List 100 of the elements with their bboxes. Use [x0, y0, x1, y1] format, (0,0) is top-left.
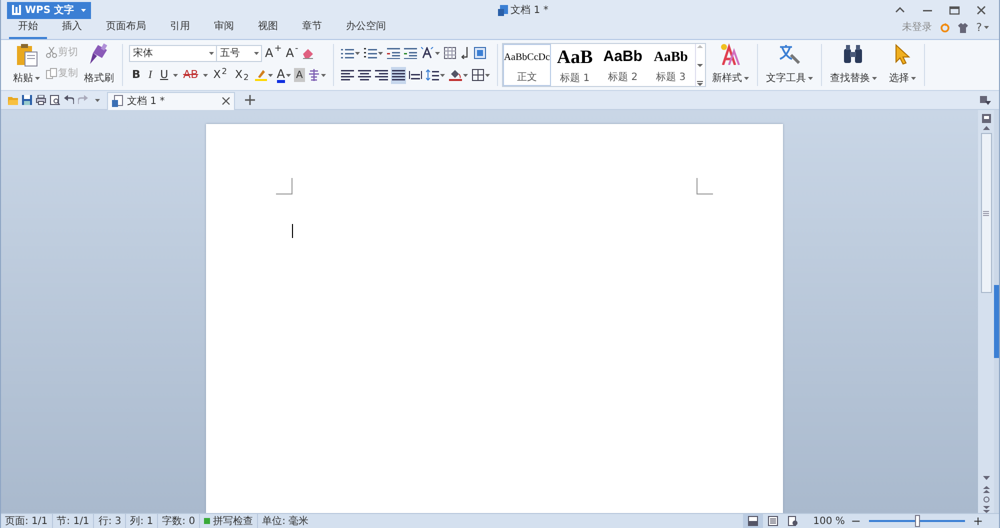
- spell-check-toggle[interactable]: 拼写检查: [200, 514, 258, 528]
- zoom-level[interactable]: 100 %: [813, 514, 845, 528]
- frame-button[interactable]: [472, 44, 487, 62]
- borders-button[interactable]: [470, 66, 491, 84]
- customize-toolbar-button[interactable]: [95, 98, 100, 102]
- shirt-icon: [958, 22, 968, 32]
- style-preset[interactable]: AaBbCcDc 正文: [502, 44, 551, 86]
- unit-label[interactable]: 单位: 毫米: [258, 514, 309, 528]
- grow-font-button[interactable]: A$^{+}$: [264, 44, 283, 62]
- find-replace-button[interactable]: 查找替换: [828, 42, 879, 90]
- table-icon: [444, 47, 456, 59]
- font-style-button[interactable]: B: [129, 66, 144, 84]
- text-cursor: [292, 224, 293, 238]
- zoom-slider-thumb[interactable]: [914, 514, 920, 526]
- close-button[interactable]: [976, 4, 987, 16]
- zoom-out-button[interactable]: −: [848, 515, 863, 527]
- save-icon: [22, 95, 32, 105]
- menu-tab[interactable]: 办公空间: [337, 19, 395, 39]
- circle-icon: [982, 496, 990, 503]
- zoom-in-button[interactable]: +: [970, 515, 985, 527]
- menu-tab[interactable]: 视图: [249, 19, 287, 39]
- style-name: 标题 1: [560, 72, 590, 85]
- font-style-button[interactable]: AB: [180, 66, 202, 84]
- phonetic-guide-button[interactable]: [306, 66, 327, 84]
- new-tab-button[interactable]: [245, 95, 255, 105]
- caret-icon: [81, 8, 86, 12]
- window-title: 文档 1 *: [510, 4, 548, 18]
- menu-tab[interactable]: 页面布局: [97, 19, 155, 39]
- text-tools-button[interactable]: 文字工具: [764, 42, 815, 90]
- style-name: 标题 2: [608, 70, 638, 85]
- font-style-button[interactable]: U: [157, 66, 172, 84]
- panel-menu-icon: [980, 96, 991, 104]
- document-tab[interactable]: 文档 1 *: [107, 92, 235, 110]
- align-left-icon: [340, 69, 354, 81]
- font-size-dropdown[interactable]: 五号: [216, 44, 262, 62]
- align-justify-icon: [392, 69, 405, 81]
- character-shading-button[interactable]: A: [294, 68, 305, 82]
- table-button[interactable]: [442, 44, 457, 62]
- line-spacing-icon: [426, 69, 439, 81]
- expand-gallery-button[interactable]: [697, 81, 704, 86]
- plus-icon: [245, 95, 255, 105]
- app-menu-button[interactable]: WPS 文字: [7, 2, 91, 18]
- align-center-icon: [358, 69, 371, 81]
- web-view-icon: [788, 516, 798, 526]
- text-tools-icon: [778, 43, 800, 65]
- menu-tab[interactable]: 引用: [161, 19, 199, 39]
- menu-tab[interactable]: 审阅: [205, 19, 243, 39]
- print-preview-button[interactable]: [50, 95, 60, 105]
- style-preview: AaBb: [654, 49, 688, 67]
- maximize-button[interactable]: [949, 4, 960, 16]
- eraser-icon: [302, 48, 314, 58]
- outline-view-icon: [768, 516, 778, 526]
- ribbon-options-button[interactable]: [980, 96, 991, 104]
- format-painter-button[interactable]: 格式刷: [82, 42, 116, 90]
- caret-icon: [440, 74, 445, 76]
- font-style-button[interactable]: X$^{2}$: [210, 66, 230, 84]
- save-button[interactable]: [22, 95, 32, 105]
- bullet-list-icon: [340, 47, 354, 59]
- print-button[interactable]: [36, 95, 46, 105]
- frame-icon: [474, 47, 486, 59]
- line-spacing-button[interactable]: [424, 66, 446, 84]
- next-page-button[interactable]: [982, 506, 990, 513]
- undo-button[interactable]: [64, 95, 74, 105]
- scroll-up-button[interactable]: [982, 126, 990, 130]
- skin-button[interactable]: [958, 22, 968, 32]
- font-style-button[interactable]: X$_{2}$: [232, 66, 252, 84]
- caret-icon: [95, 98, 100, 102]
- copy-icon: [46, 68, 57, 79]
- font-style-button[interactable]: I: [145, 66, 156, 84]
- margin-corner-mark: [696, 178, 713, 195]
- scrollbar-thumb[interactable]: [980, 133, 992, 293]
- paste-button[interactable]: 粘贴: [11, 42, 42, 90]
- caret-icon: [484, 74, 490, 76]
- maximize-icon: [949, 4, 960, 16]
- select-button[interactable]: 选择: [886, 42, 918, 90]
- scroll-down-button[interactable]: [697, 62, 704, 68]
- browse-object-button[interactable]: [982, 496, 990, 503]
- caret-icon: [173, 74, 178, 76]
- menu-tab[interactable]: 章节: [293, 19, 331, 39]
- caret-icon: [462, 74, 468, 76]
- previous-page-button[interactable]: [982, 486, 990, 493]
- new-style-button[interactable]: 新样式: [710, 42, 751, 90]
- caret-icon: [984, 26, 989, 29]
- menu-tab[interactable]: 插入: [53, 19, 91, 39]
- font-color-button[interactable]: A: [276, 66, 292, 84]
- close-tab-button[interactable]: [222, 97, 230, 105]
- split-view-button[interactable]: [982, 114, 990, 123]
- font-family-dropdown[interactable]: 宋体: [129, 44, 217, 62]
- binoculars-icon: [842, 43, 864, 65]
- status-field: 页面: 1/1: [1, 514, 53, 528]
- shrink-font-button[interactable]: A$^{-}$: [284, 44, 300, 62]
- align-justify-button[interactable]: [390, 66, 406, 84]
- numbered-list-icon: [364, 47, 377, 59]
- printer-icon: [36, 95, 46, 105]
- page-view-button[interactable]: [743, 514, 764, 528]
- document-logo-icon: [12, 5, 21, 15]
- chevron-up-icon: [982, 126, 990, 130]
- caret-icon: [434, 52, 440, 54]
- new-style-icon: [719, 43, 742, 65]
- distributed-align-icon: [408, 69, 422, 81]
